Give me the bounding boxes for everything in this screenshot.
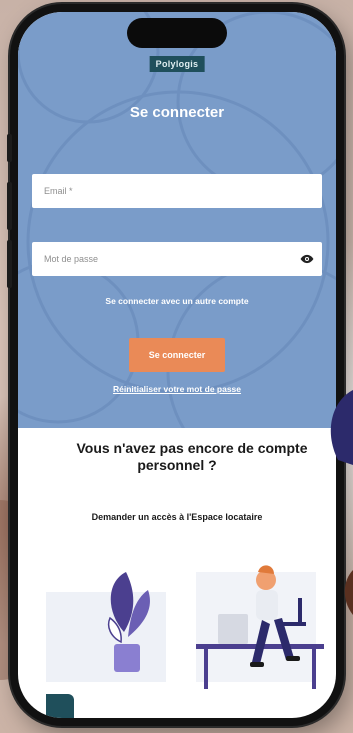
plant-pot: [114, 644, 140, 672]
login-button[interactable]: Se connecter: [129, 338, 225, 372]
signup-question-line2: personnel ?: [137, 457, 217, 473]
character-shape: [330, 390, 353, 465]
laptop: [218, 614, 248, 644]
password-input[interactable]: [32, 242, 322, 276]
request-access-link[interactable]: Demander un accès à l'Espace locataire: [18, 512, 336, 522]
login-title: Se connecter: [129, 104, 225, 121]
signup-question: Vous n'avez pas encore de compte personn…: [18, 440, 336, 474]
person-shoe: [250, 662, 264, 667]
phone-notch: [127, 18, 227, 48]
brand-logo: Polylogis: [149, 56, 205, 72]
email-input[interactable]: [32, 174, 322, 208]
person-shoe-2: [286, 656, 300, 661]
overlapping-character: [330, 390, 353, 615]
person-torso: [256, 590, 278, 620]
desk-leg-2: [312, 649, 316, 689]
phone-volume-up: [7, 182, 12, 230]
phone-frame: Polylogis Se connecter Se connecter avec…: [7, 4, 344, 726]
alt-login-link[interactable]: Se connecter avec un autre compte: [18, 296, 336, 306]
character-hand: [344, 570, 353, 615]
phone-screen: Polylogis Se connecter Se connecter avec…: [18, 12, 336, 718]
signup-question-line1: Vous n'avez pas encore de compte: [76, 440, 308, 456]
phone-side-button: [7, 134, 12, 162]
chair-seat: [282, 622, 306, 626]
phone-volume-down: [7, 240, 12, 288]
app-corner-icon: [46, 694, 74, 718]
chair-back: [298, 598, 302, 626]
eye-icon[interactable]: [300, 252, 314, 266]
reset-password-link[interactable]: Réinitialiser votre mot de passe: [18, 384, 336, 394]
workspace-illustration: [46, 565, 324, 689]
desk-leg: [204, 649, 208, 689]
